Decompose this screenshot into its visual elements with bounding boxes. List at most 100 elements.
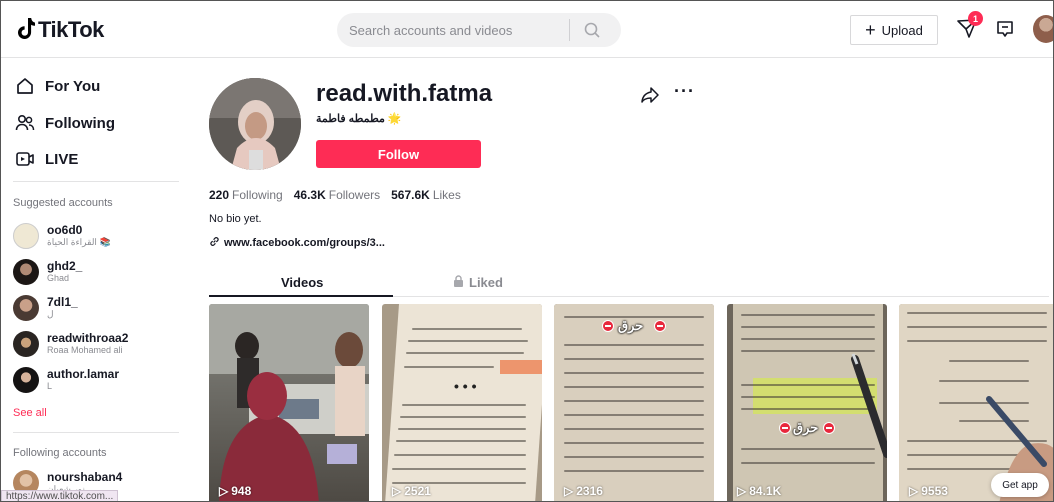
tab-liked-label: Liked: [469, 275, 503, 290]
account-username: 7dl1_: [47, 295, 78, 309]
profile-link-text: www.facebook.com/groups/3...: [224, 237, 385, 249]
video-overlay-text: حرق: [618, 318, 644, 333]
sidebar-item-live[interactable]: LIVE: [15, 149, 78, 169]
suggested-account[interactable]: readwithroaa2 Roaa Mohamed ali: [13, 331, 128, 357]
page-frame: TikTok + Upload 1 For You: [0, 0, 1054, 502]
account-name: القراءة الحياة 📚: [47, 237, 111, 247]
more-options-icon[interactable]: ···: [674, 81, 695, 102]
account-username: ghd2_: [47, 259, 83, 273]
video-thumbnail[interactable]: حرق ▷ 2316: [554, 304, 714, 501]
text-line: [564, 442, 704, 444]
lock-icon: [453, 275, 464, 290]
account-username: author.lamar: [47, 367, 120, 381]
text-line: [394, 454, 526, 456]
profile-avatar: [209, 78, 301, 170]
logo-text: TikTok: [38, 17, 104, 42]
highlight: [500, 360, 542, 374]
video-thumbnail[interactable]: • • • ▷ 2521: [382, 304, 542, 501]
people-icon: [15, 114, 35, 131]
avatar: [13, 223, 39, 249]
text-line: [564, 358, 704, 360]
text-line: [564, 344, 704, 346]
suggested-account[interactable]: ghd2_ Ghad: [13, 259, 82, 285]
link-icon: [209, 236, 220, 250]
text-line: [400, 416, 526, 418]
text-line: [564, 386, 704, 388]
text-line: [408, 340, 528, 342]
no-entry-icon: [654, 320, 666, 332]
video-thumbnail[interactable]: ▷ 948: [209, 304, 369, 501]
text-line: [396, 440, 526, 442]
sidebar-item-for-you[interactable]: For You: [15, 76, 100, 96]
sidebar-item-label: Following: [45, 114, 115, 132]
get-app-button[interactable]: Get app: [991, 473, 1049, 497]
text-line: [564, 456, 704, 458]
avatar: [13, 367, 39, 393]
suggested-account[interactable]: 7dl1_ ل: [13, 295, 78, 321]
followers-stat[interactable]: 46.3K Followers: [294, 188, 380, 202]
sidebar-divider: [13, 181, 179, 182]
profile-username: read.with.fatma: [316, 80, 493, 107]
account-name: L: [47, 381, 53, 391]
share-icon[interactable]: [641, 87, 659, 108]
search-bar: [337, 13, 621, 47]
view-count: ▷ 9553: [909, 484, 948, 498]
play-icon: ▷: [392, 484, 402, 498]
account-username: nourshaban4: [47, 470, 123, 484]
suggested-account[interactable]: author.lamar L: [13, 367, 119, 393]
user-avatar[interactable]: [1033, 15, 1053, 43]
play-icon: ▷: [564, 484, 574, 498]
play-icon: ▷: [219, 484, 229, 498]
play-icon: ▷: [737, 484, 747, 498]
live-icon: [16, 152, 34, 166]
upload-label: Upload: [881, 22, 923, 38]
active-tab-indicator: [209, 295, 393, 297]
profile-stats: 220 Following 46.3K Followers 567.6K Likes: [209, 188, 461, 202]
profile-tabs: Videos Liked: [209, 271, 1049, 297]
sidebar: For You Following LIVE Suggested account…: [1, 58, 191, 501]
text-line: [398, 428, 526, 430]
view-count: ▷ 2521: [392, 484, 431, 498]
pen-graphic: [851, 353, 887, 458]
ellipsis: • • •: [454, 378, 477, 394]
text-line: [564, 470, 704, 472]
text-line: [564, 400, 704, 402]
text-line: [564, 428, 704, 430]
text-line: [412, 328, 522, 330]
upload-button[interactable]: + Upload: [850, 15, 938, 45]
video-thumbnail[interactable]: حرق ▷ 84.1K: [727, 304, 887, 501]
sidebar-divider: [13, 432, 179, 433]
sidebar-item-label: For You: [45, 77, 101, 95]
avatar: [13, 295, 39, 321]
account-name: Roaa Mohamed ali: [47, 345, 123, 355]
plus-icon: +: [865, 20, 876, 40]
inbox-icon[interactable]: [995, 19, 1015, 44]
tab-videos[interactable]: Videos: [281, 275, 323, 290]
profile-link[interactable]: www.facebook.com/groups/3...: [209, 236, 385, 250]
search-icon[interactable]: [570, 22, 614, 38]
text-line: [406, 352, 524, 354]
profile-nickname: مطمطه فاطمة 🌟: [316, 113, 402, 125]
tab-liked[interactable]: Liked: [453, 275, 503, 290]
top-header: TikTok + Upload 1: [1, 1, 1053, 58]
account-name: Ghad: [47, 273, 70, 283]
view-count: ▷ 948: [219, 484, 252, 498]
follow-button[interactable]: Follow: [316, 140, 481, 168]
play-icon: ▷: [909, 484, 919, 498]
messages-icon[interactable]: 1: [956, 11, 983, 44]
view-count: ▷ 2316: [564, 484, 603, 498]
view-count: ▷ 84.1K: [737, 484, 782, 498]
avatar: [13, 259, 39, 285]
account-username: readwithroaa2: [47, 331, 129, 345]
following-stat[interactable]: 220 Following: [209, 188, 283, 202]
sidebar-item-following[interactable]: Following: [15, 113, 115, 133]
see-all-link[interactable]: See all: [13, 407, 47, 419]
suggested-account[interactable]: oo6d0 القراءة الحياة 📚: [13, 223, 111, 249]
avatar: [13, 331, 39, 357]
search-input[interactable]: [337, 13, 569, 47]
video-preview: [209, 304, 369, 501]
notification-badge: 1: [968, 11, 983, 26]
no-entry-icon: [602, 320, 614, 332]
home-icon: [17, 78, 33, 94]
tiktok-logo[interactable]: TikTok: [15, 17, 104, 43]
